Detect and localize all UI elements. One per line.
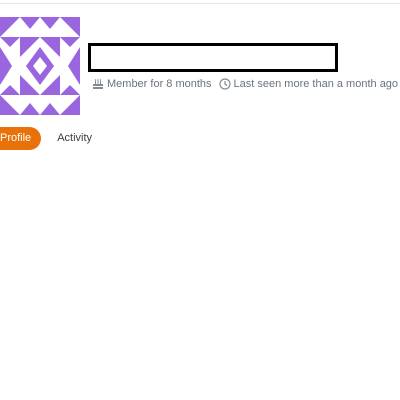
cake-icon [92,78,107,90]
tab-activity[interactable]: Activity [51,127,98,150]
avatar[interactable] [0,17,80,115]
profile-meta: Member for 8 months Last seen more than … [92,76,398,92]
clock-icon [218,78,234,90]
profile-tabs: Profile Activity [0,127,98,150]
member-duration: Member for 8 months [92,78,212,90]
redacted-username [88,43,338,72]
identicon-image [0,17,80,115]
tab-profile[interactable]: Profile [0,127,42,150]
last-seen: Last seen more than a month ago [218,78,399,90]
top-divider [0,3,400,4]
member-duration-text: Member for 8 months [107,78,212,90]
last-seen-text: Last seen more than a month ago [233,78,399,90]
